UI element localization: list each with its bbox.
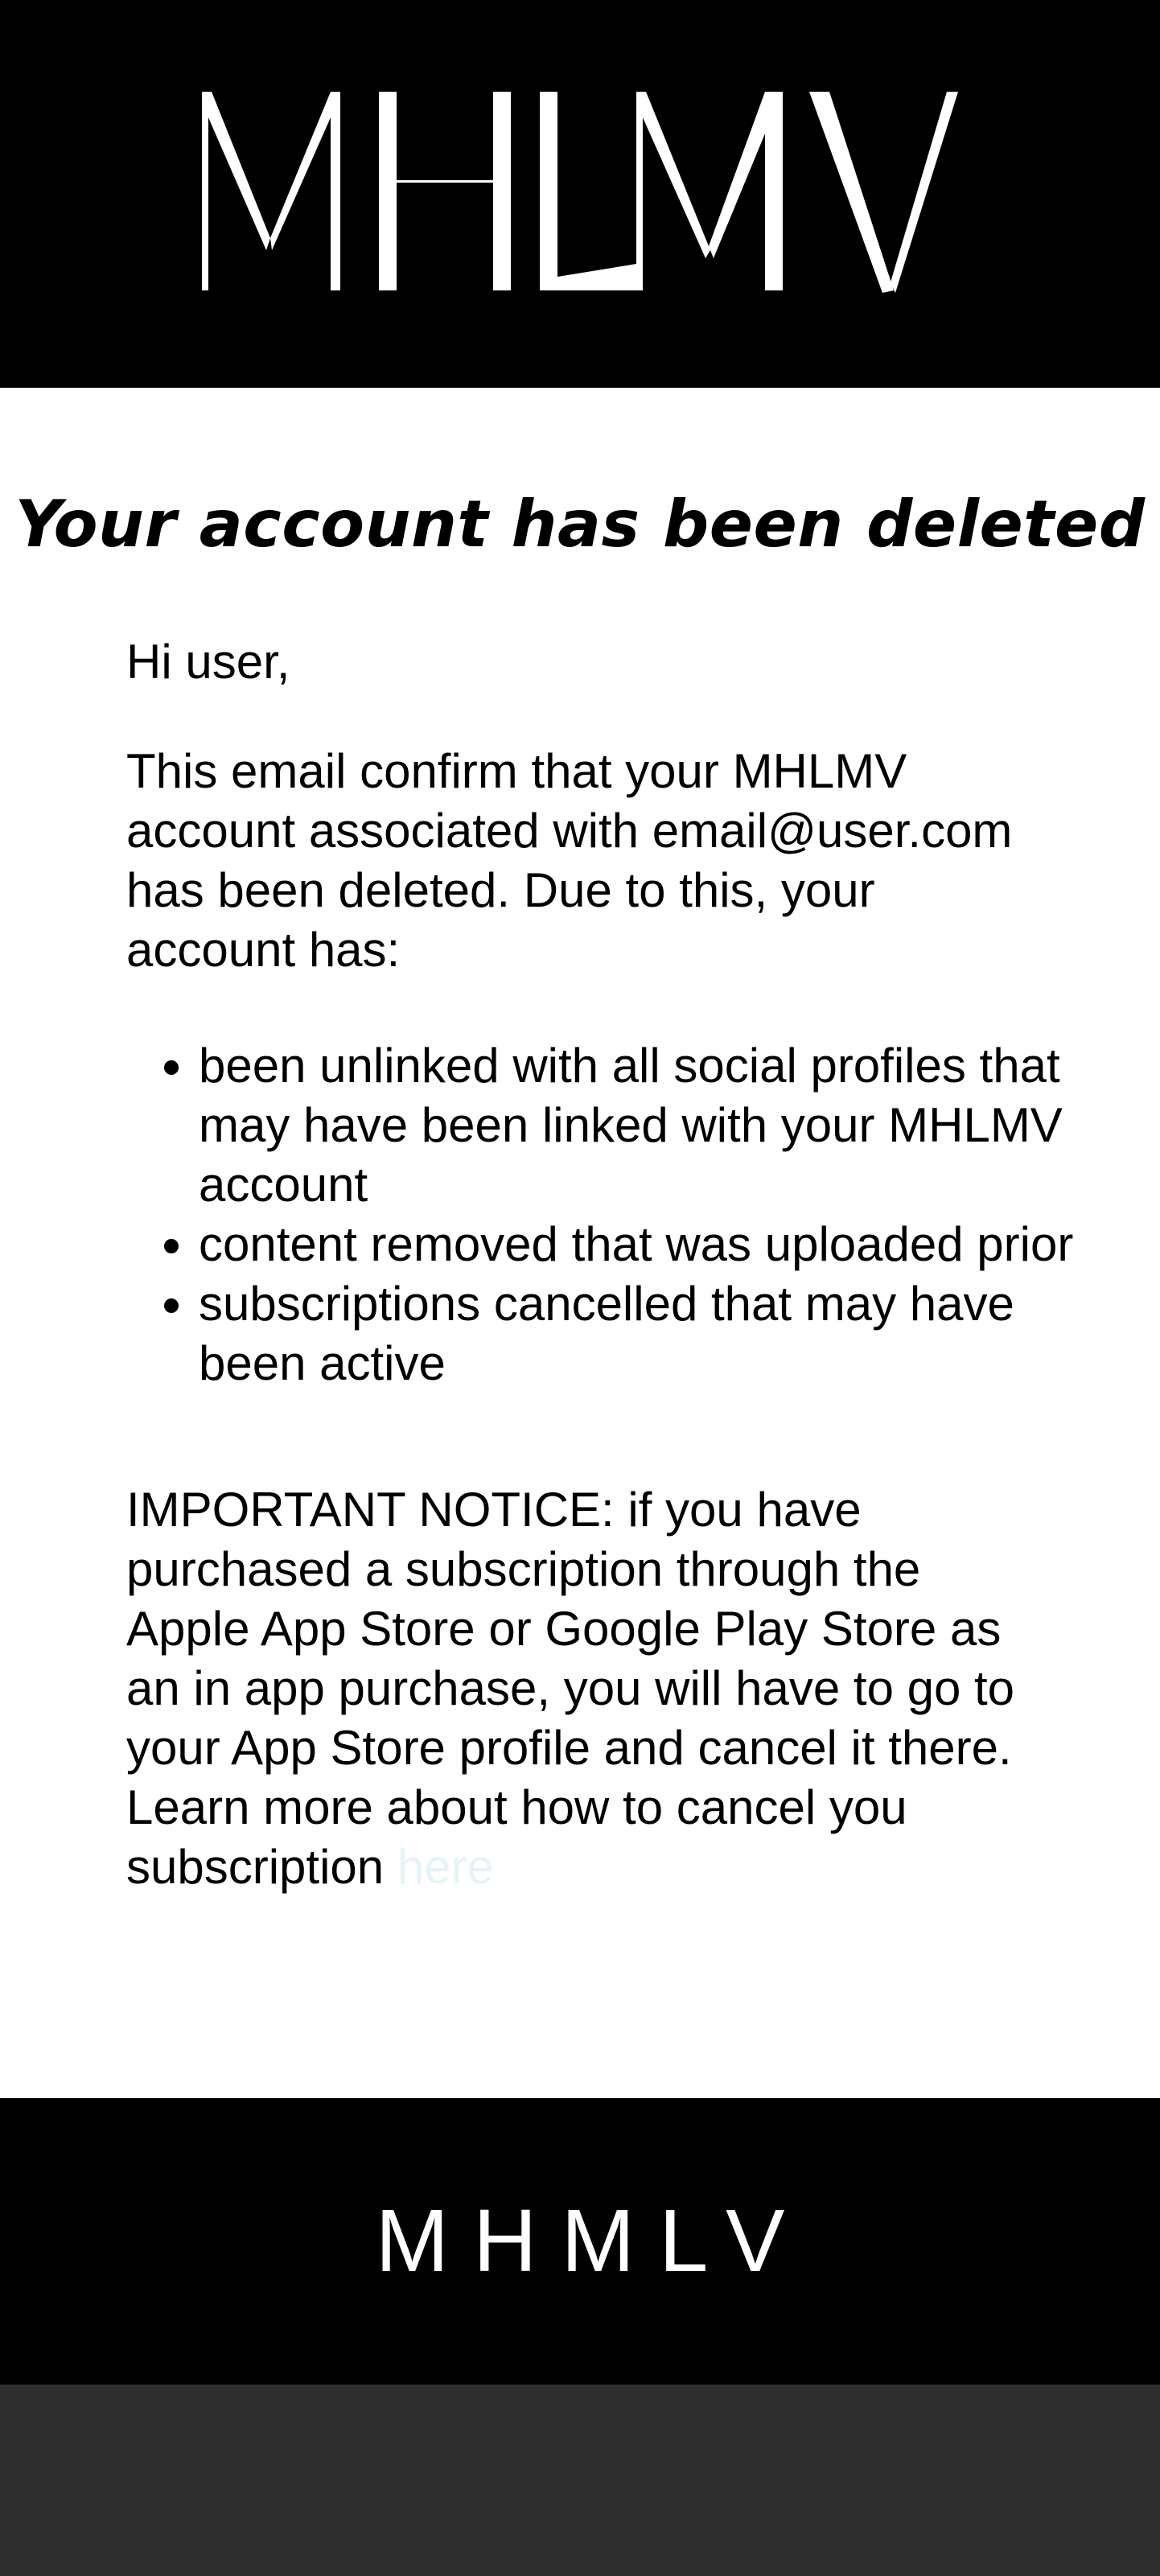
mhlmv-logo <box>202 92 958 293</box>
email-page: Your account has been deleted Hi user, T… <box>0 0 1160 2576</box>
list-item: been unlinked with all social profiles t… <box>199 1036 1084 1215</box>
important-notice: IMPORTANT NOTICE: if you have purchased … <box>126 1480 1043 1897</box>
email-body: Your account has been deleted Hi user, T… <box>0 388 1160 2098</box>
email-header <box>0 0 1160 388</box>
intro-paragraph: This email confirm that your MHLMV accou… <box>126 744 1013 977</box>
page-title: Your account has been deleted <box>14 487 1146 562</box>
list-item: subscriptions cancelled that may have be… <box>199 1274 1084 1393</box>
notice-text: IMPORTANT NOTICE: if you have purchased … <box>126 1483 1015 1894</box>
greeting-text: Hi user, <box>126 635 290 689</box>
consequences-list: been unlinked with all social profiles t… <box>126 1036 1084 1393</box>
footer-brand: MHMLV <box>375 2191 809 2290</box>
learn-more-link[interactable]: here <box>397 1840 494 1894</box>
bottom-bar <box>0 2385 1160 2576</box>
list-item: content removed that was uploaded prior <box>199 1215 1084 1274</box>
email-footer: MHMLV <box>0 2098 1160 2385</box>
